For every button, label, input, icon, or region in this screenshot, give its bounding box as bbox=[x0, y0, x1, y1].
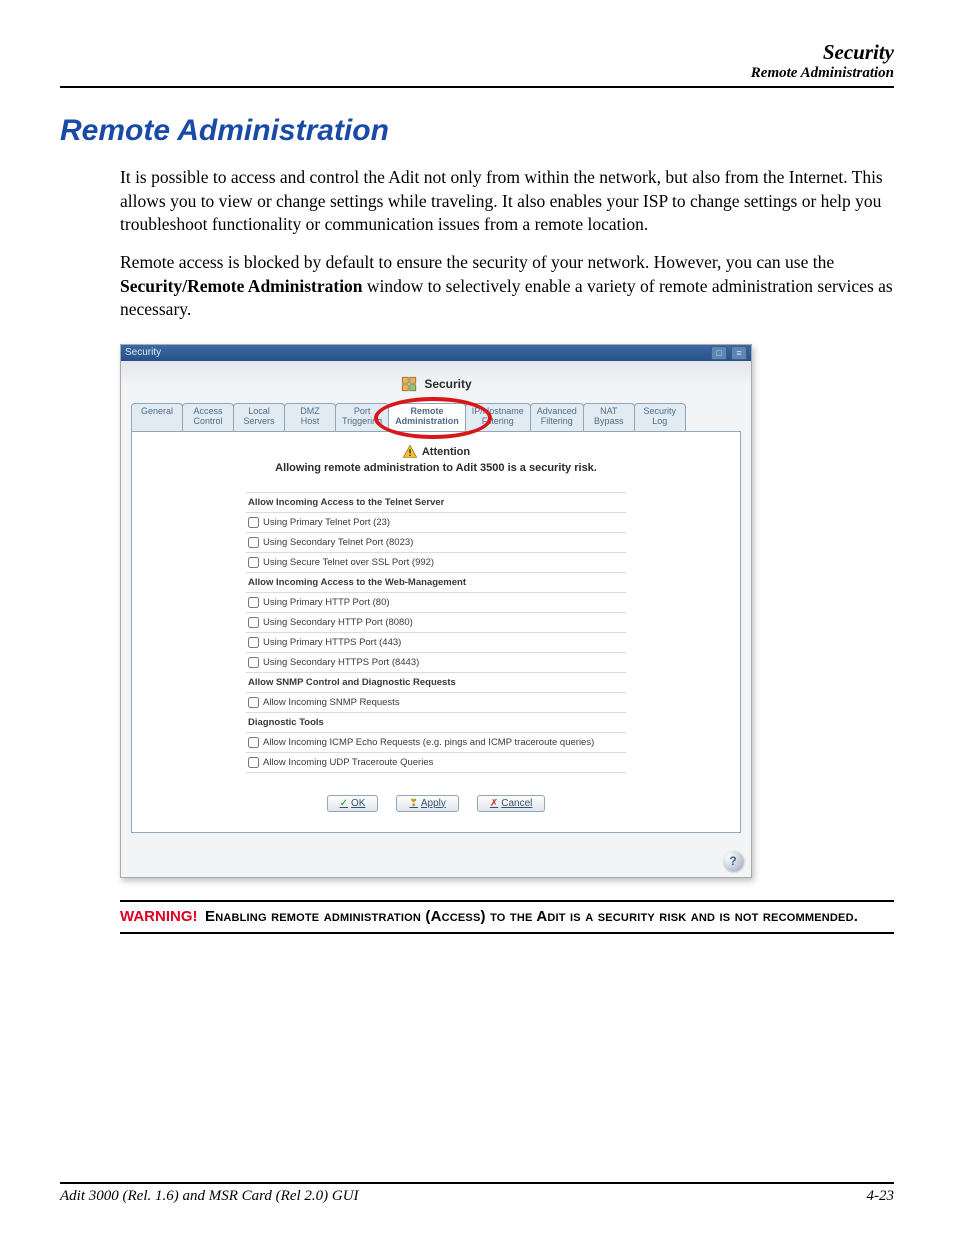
ok-button[interactable]: ✓OK bbox=[327, 795, 379, 812]
chapter-title: Security bbox=[60, 40, 894, 65]
option-checkbox[interactable] bbox=[248, 657, 259, 668]
option-label: Allow Incoming SNMP Requests bbox=[263, 697, 400, 708]
attention-message: Allowing remote administration to Adit 3… bbox=[275, 462, 597, 474]
tab-label-line2: Host bbox=[291, 417, 329, 427]
option-label: Using Secondary HTTP Port (8080) bbox=[263, 617, 413, 628]
tab-label-line1: General bbox=[138, 407, 176, 417]
breadcrumb: Remote Administration bbox=[60, 65, 894, 82]
option-label: Using Secure Telnet over SSL Port (992) bbox=[263, 557, 434, 568]
screenshot-window: Security □ ≡ Security General AccessContr… bbox=[120, 344, 752, 878]
option-checkbox[interactable] bbox=[248, 637, 259, 648]
options-check-row: Using Primary Telnet Port (23) bbox=[246, 513, 626, 533]
option-label: Using Secondary HTTPS Port (8443) bbox=[263, 657, 419, 668]
tab-strip: General AccessControlLocalServersDMZHostP… bbox=[131, 403, 741, 431]
section-heading: Security bbox=[424, 377, 471, 391]
option-label: Using Secondary Telnet Port (8023) bbox=[263, 537, 413, 548]
check-icon: ✓ bbox=[340, 798, 348, 809]
window-title: Security bbox=[125, 347, 161, 358]
tab-access[interactable]: AccessControl bbox=[182, 403, 234, 431]
tab-general[interactable]: General bbox=[131, 403, 183, 431]
warning-triangle-icon bbox=[402, 444, 418, 460]
options-check-row: Using Secure Telnet over SSL Port (992) bbox=[246, 553, 626, 573]
options-check-row: Using Secondary Telnet Port (8023) bbox=[246, 533, 626, 553]
tab-nat[interactable]: NATBypass bbox=[583, 403, 635, 431]
options-header-row: Allow SNMP Control and Diagnostic Reques… bbox=[246, 673, 626, 693]
option-label: Using Primary Telnet Port (23) bbox=[263, 517, 390, 528]
options-check-row: Using Primary HTTPS Port (443) bbox=[246, 633, 626, 653]
options-header-row: Allow Incoming Access to the Web-Managem… bbox=[246, 573, 626, 593]
options-check-row: Allow Incoming SNMP Requests bbox=[246, 693, 626, 713]
options-header-row: Diagnostic Tools bbox=[246, 713, 626, 733]
attention-label: Attention bbox=[422, 446, 470, 458]
intro-p2-bold: Security/Remote Administration bbox=[120, 276, 363, 296]
security-icon bbox=[400, 375, 418, 393]
option-checkbox[interactable] bbox=[248, 557, 259, 568]
options-header-row: Allow Incoming Access to the Telnet Serv… bbox=[246, 493, 626, 513]
tab-ip-hostname[interactable]: IP/HostnameFiltering bbox=[465, 403, 531, 431]
titlebar-icon-2[interactable]: ≡ bbox=[731, 346, 747, 360]
option-header-label: Allow Incoming Access to the Web-Managem… bbox=[248, 577, 466, 588]
option-checkbox[interactable] bbox=[248, 597, 259, 608]
tab-local[interactable]: LocalServers bbox=[233, 403, 285, 431]
tab-label-line2: Control bbox=[189, 417, 227, 427]
option-label: Using Primary HTTP Port (80) bbox=[263, 597, 390, 608]
option-checkbox[interactable] bbox=[248, 517, 259, 528]
option-label: Allow Incoming UDP Traceroute Queries bbox=[263, 757, 433, 768]
tab-security[interactable]: SecurityLog bbox=[634, 403, 686, 431]
warning-text: Enabling remote administration (Access) … bbox=[205, 908, 858, 925]
help-icon[interactable]: ? bbox=[723, 851, 743, 871]
options-grid: Allow Incoming Access to the Telnet Serv… bbox=[246, 492, 626, 773]
cancel-button[interactable]: ✗Cancel bbox=[477, 795, 546, 812]
options-check-row: Using Secondary HTTP Port (8080) bbox=[246, 613, 626, 633]
options-check-row: Using Secondary HTTPS Port (8443) bbox=[246, 653, 626, 673]
tab-advanced[interactable]: AdvancedFiltering bbox=[530, 403, 584, 431]
footer-left: Adit 3000 (Rel. 1.6) and MSR Card (Rel 2… bbox=[60, 1188, 359, 1205]
apply-button[interactable]: ❣ Apply bbox=[396, 795, 458, 812]
options-check-row: Allow Incoming UDP Traceroute Queries bbox=[246, 753, 626, 773]
option-checkbox[interactable] bbox=[248, 537, 259, 548]
page-title: Remote Administration bbox=[60, 114, 894, 148]
tab-label-line2: Log bbox=[641, 417, 679, 427]
intro-p2-a: Remote access is blocked by default to e… bbox=[120, 252, 834, 272]
tab-label-line2: Bypass bbox=[590, 417, 628, 427]
ok-button-label: OK bbox=[351, 798, 365, 809]
titlebar-icon-1[interactable]: □ bbox=[711, 346, 727, 360]
cancel-button-label: Cancel bbox=[501, 798, 532, 809]
tab-panel: Attention Allowing remote administration… bbox=[131, 431, 741, 833]
warning-label: WARNING! bbox=[120, 908, 198, 925]
warning-box: WARNING! Enabling remote administration … bbox=[120, 900, 894, 934]
tab-label-line2: Triggering bbox=[342, 417, 382, 427]
options-check-row: Allow Incoming ICMP Echo Requests (e.g. … bbox=[246, 733, 626, 753]
footer-rule bbox=[60, 1182, 894, 1184]
tab-dmz[interactable]: DMZHost bbox=[284, 403, 336, 431]
option-label: Allow Incoming ICMP Echo Requests (e.g. … bbox=[263, 737, 594, 748]
header-rule bbox=[60, 86, 894, 88]
option-header-label: Allow SNMP Control and Diagnostic Reques… bbox=[248, 677, 456, 688]
option-checkbox[interactable] bbox=[248, 737, 259, 748]
option-label: Using Primary HTTPS Port (443) bbox=[263, 637, 401, 648]
apply-button-label: Apply bbox=[421, 798, 446, 809]
tab-label-line2: Filtering bbox=[537, 417, 577, 427]
tab-label-line2: Administration bbox=[395, 417, 459, 427]
apply-icon: ❣ bbox=[409, 798, 417, 809]
option-checkbox[interactable] bbox=[248, 617, 259, 628]
option-header-label: Allow Incoming Access to the Telnet Serv… bbox=[248, 497, 444, 508]
option-checkbox[interactable] bbox=[248, 757, 259, 768]
tab-remote[interactable]: RemoteAdministration bbox=[388, 403, 466, 431]
intro-paragraph-1: It is possible to access and control the… bbox=[120, 166, 894, 237]
window-titlebar: Security □ ≡ bbox=[121, 345, 751, 361]
tab-label-line2: Servers bbox=[240, 417, 278, 427]
intro-paragraph-2: Remote access is blocked by default to e… bbox=[120, 251, 894, 322]
option-checkbox[interactable] bbox=[248, 697, 259, 708]
tab-label-line2: Filtering bbox=[472, 417, 524, 427]
options-check-row: Using Primary HTTP Port (80) bbox=[246, 593, 626, 613]
cancel-icon: ✗ bbox=[490, 798, 498, 809]
footer-right: 4-23 bbox=[867, 1188, 895, 1205]
tab-port[interactable]: PortTriggering bbox=[335, 403, 389, 431]
option-header-label: Diagnostic Tools bbox=[248, 717, 324, 728]
